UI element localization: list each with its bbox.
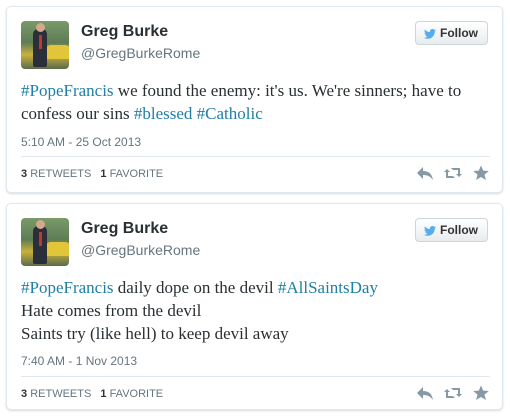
retweets-count[interactable]: 3 RETWEETS (21, 388, 97, 400)
divider (21, 156, 490, 157)
reply-icon[interactable] (416, 385, 434, 401)
reply-icon[interactable] (416, 165, 434, 181)
tweet-text-line: #PopeFrancis daily dope on the devil #Al… (21, 276, 490, 299)
author-handle[interactable]: @GregBurkeRome (81, 45, 200, 61)
author-handle[interactable]: @GregBurkeRome (81, 242, 200, 258)
follow-button[interactable]: Follow (415, 21, 488, 45)
tweet-text-segment: Saints try (like hell) to keep devil awa… (21, 324, 289, 343)
follow-button[interactable]: Follow (415, 218, 488, 242)
follow-label: Follow (440, 26, 478, 40)
favorite-star-icon[interactable] (472, 165, 490, 181)
tweet-text-line: Saints try (like hell) to keep devil awa… (21, 322, 490, 345)
hashtag-link[interactable]: #PopeFrancis (21, 278, 114, 297)
tweet-timestamp[interactable]: 7:40 AM - 1 Nov 2013 (21, 354, 137, 368)
retweet-icon[interactable] (444, 165, 462, 181)
tweet-stats: 3 RETWEETS 1 FAVORITE (21, 388, 169, 400)
tweet-timestamp[interactable]: 5:10 AM - 25 Oct 2013 (21, 135, 141, 149)
tweet-text-segment: daily dope on the devil (113, 278, 278, 297)
tweet-card: Greg Burke @GregBurkeRome Follow #PopeFr… (6, 203, 503, 410)
retweets-count[interactable]: 3 RETWEETS (21, 168, 97, 180)
tweet-card: Greg Burke @GregBurkeRome Follow #PopeFr… (6, 6, 503, 193)
avatar[interactable] (21, 21, 69, 69)
divider (21, 376, 490, 377)
tweet-text-segment: Hate comes from the devil (21, 301, 202, 320)
tweet-stats: 3 RETWEETS 1 FAVORITE (21, 168, 169, 180)
follow-label: Follow (440, 223, 478, 237)
tweet-actions (416, 385, 490, 401)
tweet-actions (416, 165, 490, 181)
author-name[interactable]: Greg Burke (81, 23, 168, 41)
tweet-text: #PopeFrancis daily dope on the devil #Al… (21, 276, 490, 345)
twitter-bird-icon (424, 225, 436, 236)
favorite-star-icon[interactable] (472, 385, 490, 401)
tweet-text: #PopeFrancis we found the enemy: it's us… (21, 79, 490, 125)
hashtag-link[interactable]: #blessed (134, 104, 193, 123)
tweet-text-line: Hate comes from the devil (21, 299, 490, 322)
retweet-icon[interactable] (444, 385, 462, 401)
favorites-count[interactable]: 1 FAVORITE (100, 388, 169, 400)
hashtag-link[interactable]: #PopeFrancis (21, 81, 114, 100)
hashtag-link[interactable]: #Catholic (197, 104, 263, 123)
twitter-bird-icon (424, 28, 436, 39)
avatar[interactable] (21, 218, 69, 266)
author-name[interactable]: Greg Burke (81, 220, 168, 238)
favorites-count[interactable]: 1 FAVORITE (100, 168, 169, 180)
hashtag-link[interactable]: #AllSaintsDay (278, 278, 378, 297)
